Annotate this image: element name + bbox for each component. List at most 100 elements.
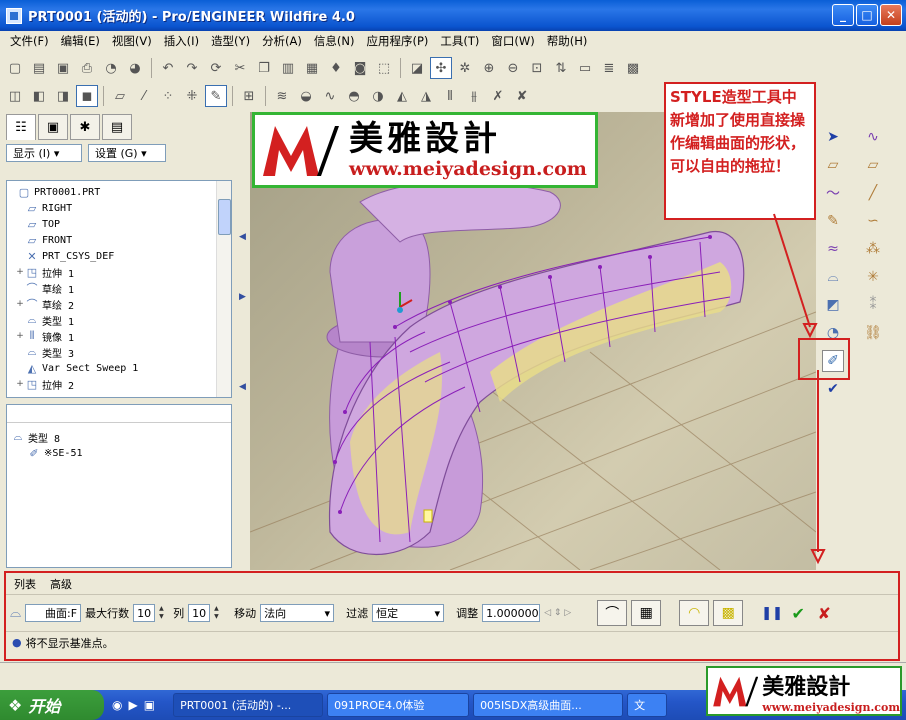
tree-item[interactable]: ▢ PRT0001.PRT — [7, 184, 231, 200]
draft-icon[interactable]: ◭ — [391, 85, 413, 107]
firefox-icon[interactable]: ◉ — [112, 698, 122, 712]
view-manager-icon[interactable]: ▩ — [622, 57, 644, 79]
minimize-button[interactable]: _ — [832, 4, 854, 26]
saved-views-icon[interactable]: ▭ — [574, 57, 596, 79]
save-icon[interactable]: ▣ — [52, 57, 74, 79]
tree-item[interactable]: + ⫴ 镜像 1 — [7, 328, 231, 344]
tree-item[interactable]: ⌓ 类型 3 — [7, 344, 231, 360]
tree-item[interactable]: + ◳ 拉伸 2 — [7, 376, 231, 392]
maximize-button[interactable]: □ — [856, 4, 878, 26]
send-icon[interactable]: ◔ — [100, 57, 122, 79]
redo-icon[interactable]: ↷ — [181, 57, 203, 79]
style-view-icon[interactable]: ⊞ — [238, 85, 260, 107]
regenerate-icon[interactable]: ⟳ — [205, 57, 227, 79]
spin-center-icon[interactable]: ✣ — [430, 57, 452, 79]
menu-style[interactable]: 造型(Y) — [205, 33, 256, 49]
zoom-out-icon[interactable]: ⊖ — [502, 57, 524, 79]
layers-icon[interactable]: ≣ — [598, 57, 620, 79]
zoom-in-icon[interactable]: ⊕ — [478, 57, 500, 79]
tree-item[interactable]: ▱ FRONT — [7, 232, 231, 248]
close-button[interactable]: ✕ — [880, 4, 902, 26]
move-select[interactable]: 法向 ▾ — [260, 604, 335, 622]
task-proe[interactable]: PRT0001 (活动的) -... — [173, 693, 324, 717]
new-icon[interactable]: ▢ — [4, 57, 26, 79]
tab-advanced[interactable]: 高级 — [50, 576, 72, 592]
mesh-surface-icon[interactable]: ▩ — [713, 600, 744, 626]
cut-icon[interactable]: ✂ — [229, 57, 251, 79]
wireframe-icon[interactable]: ◫ — [4, 85, 26, 107]
menu-info[interactable]: 信息(N) — [308, 33, 361, 49]
connections-tab[interactable]: ▤ — [102, 114, 132, 140]
camera-icon[interactable]: ▣ — [144, 698, 155, 712]
refit-icon[interactable]: ⊡ — [526, 57, 548, 79]
regen-manager-icon[interactable]: ♦ — [325, 57, 347, 79]
tree-item[interactable]: ▱ RIGHT — [7, 200, 231, 216]
no-hidden-icon[interactable]: ◨ — [52, 85, 74, 107]
expand-toggle[interactable]: + — [15, 379, 25, 389]
filter-select[interactable]: 恒定 ▾ — [372, 604, 445, 622]
select-arrow-icon[interactable]: ➤ — [822, 126, 844, 148]
paste-special-icon[interactable]: ▦ — [301, 57, 323, 79]
menu-tools[interactable]: 工具(T) — [434, 33, 485, 49]
datum-points-icon[interactable]: ⁘ — [157, 85, 179, 107]
link-icon[interactable]: ⛓ — [862, 322, 884, 344]
style-tree-child[interactable]: ✐ ※SE-51 — [7, 445, 231, 461]
points-icon[interactable]: ⁂ — [862, 238, 884, 260]
task-folder-005[interactable]: 005ISDX高级曲面... — [473, 693, 624, 717]
cols-input[interactable]: 10 — [188, 604, 211, 622]
show-menu-button[interactable]: 显示 (I) ▾ — [6, 144, 82, 162]
cancel-x-icon[interactable]: ✘ — [813, 602, 835, 624]
open-icon[interactable]: ▤ — [28, 57, 50, 79]
menu-applications[interactable]: 应用程序(P) — [360, 33, 434, 49]
model-tree-tab[interactable]: ☷ — [6, 114, 36, 140]
ok-check-icon[interactable]: ✔ — [787, 602, 809, 624]
pause-icon[interactable]: ❚❚ — [761, 602, 783, 624]
shading-icon[interactable]: ◼ — [76, 85, 98, 107]
surface-view-icon[interactable]: ⌒ — [597, 600, 628, 626]
shade-curvature-icon[interactable]: ◑ — [367, 85, 389, 107]
menu-help[interactable]: 帮助(H) — [541, 33, 594, 49]
menu-file[interactable]: 文件(F) — [4, 33, 55, 49]
find-icon[interactable]: ◙ — [349, 57, 371, 79]
surface-collector[interactable]: 曲面:F — [25, 604, 82, 622]
favorites-tab[interactable]: ✱ — [70, 114, 100, 140]
reorient-icon[interactable]: ⇅ — [550, 57, 572, 79]
tree-item[interactable]: + ⌒ 草绘 2 — [7, 296, 231, 312]
delete-analyses-icon[interactable]: ✗ — [487, 85, 509, 107]
line-icon[interactable]: ╱ — [862, 182, 884, 204]
folder-browser-tab[interactable]: ▣ — [38, 114, 68, 140]
menu-insert[interactable]: 插入(I) — [158, 33, 205, 49]
base-surface-icon[interactable]: ◠ — [679, 600, 710, 626]
menu-window[interactable]: 窗口(W) — [485, 33, 540, 49]
mesh-view-icon[interactable]: ▦ — [631, 600, 662, 626]
trim-icon[interactable]: ✳ — [862, 266, 884, 288]
free-curve-icon[interactable]: ～ — [822, 182, 844, 204]
plane-icon[interactable]: ▱ — [822, 154, 844, 176]
tree-scrollbar[interactable] — [216, 181, 231, 397]
section-icon[interactable]: ◒ — [295, 85, 317, 107]
datum-planes-icon[interactable]: ▱ — [109, 85, 131, 107]
task-folder-091[interactable]: 091PROE4.0体验 — [327, 693, 470, 717]
slope-icon[interactable]: ◮ — [415, 85, 437, 107]
menu-view[interactable]: 视图(V) — [106, 33, 158, 49]
reflection-icon[interactable]: ◓ — [343, 85, 365, 107]
cols-stepper[interactable]: ▲ ▼ — [214, 604, 224, 622]
offset-icon[interactable]: ∿ — [319, 85, 341, 107]
media-player-icon[interactable]: ▶ — [128, 698, 137, 712]
task-document[interactable]: 文 — [627, 693, 668, 717]
start-button[interactable]: ❖ 开始 — [0, 690, 104, 720]
tree-item[interactable]: ⌓ 类型 1 — [7, 312, 231, 328]
adjust-input[interactable]: 1.000000 — [482, 604, 541, 622]
settings-menu-button[interactable]: 设置 (G) ▾ — [88, 144, 166, 162]
datum-axes-icon[interactable]: ⁄ — [133, 85, 155, 107]
active-plane-icon[interactable]: ▱ — [862, 154, 884, 176]
adjust-arrows-icon[interactable]: ◁ ⇕ ▷ — [544, 608, 571, 618]
undo-icon[interactable]: ↶ — [157, 57, 179, 79]
tree-item[interactable]: + ◳ 拉伸 1 — [7, 264, 231, 280]
max-rows-stepper[interactable]: ▲ ▼ — [159, 604, 169, 622]
orient-icon[interactable]: ✲ — [454, 57, 476, 79]
curvature-icon[interactable]: ≋ — [271, 85, 293, 107]
panel-splitter[interactable]: ◀ ▶ ◀ — [236, 112, 250, 570]
print-icon[interactable]: ⎙ — [76, 57, 98, 79]
tree-item[interactable]: ◭ Var Sect Sweep 1 — [7, 360, 231, 376]
